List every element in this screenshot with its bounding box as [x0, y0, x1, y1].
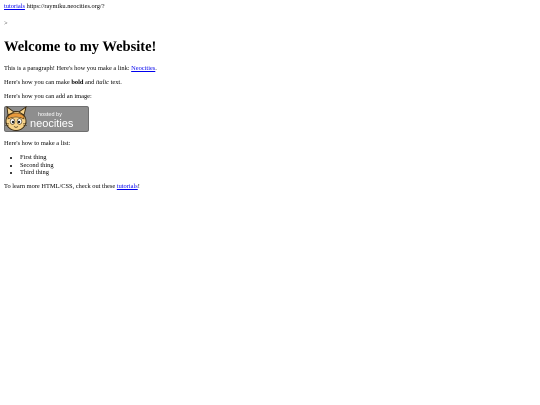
paragraph-tutorials: To learn more HTML/CSS, check out these … [4, 183, 536, 191]
paragraph-link: This is a paragraph! Here's how you make… [4, 65, 536, 73]
formatting-middle: and [83, 79, 96, 86]
thing-list: First thing Second thing Third thing [4, 154, 536, 177]
italic-text: italic [95, 79, 110, 86]
list-item: Second thing [20, 162, 536, 170]
bottom-tutorials-link[interactable]: tutorials [117, 183, 138, 190]
page-title: Welcome to my Website! [4, 39, 157, 56]
paragraph-formatting: Here's how you can make bold and italic … [4, 79, 536, 87]
paragraph-link-before: This is a paragraph! Here's how you make… [4, 65, 132, 73]
list-item: Third thing [20, 169, 536, 177]
site-url-text: https://raymiku.neocities.org/? [26, 3, 105, 10]
formatting-after: text. [109, 79, 122, 86]
hosted-by-neocities-badge: hosted by neocities [4, 106, 89, 133]
formatting-before: Here's how you can make [4, 79, 72, 86]
page: tutorials https://raymiku.neocities.org/… [0, 0, 540, 405]
top-line: tutorials https://raymiku.neocities.org/… [4, 3, 536, 11]
neocities-link[interactable]: Neocities [131, 65, 155, 72]
paragraph-list: Here's how to make a list: [4, 140, 71, 148]
stray-gt-text: > [4, 19, 8, 27]
top-tutorials-link[interactable]: tutorials [4, 3, 25, 10]
paragraph-link-after: . [155, 65, 157, 73]
bold-text: bold [71, 79, 84, 86]
tutorials-after: ! [137, 183, 140, 191]
paragraph-image: Here's how you can add an image: [4, 92, 92, 100]
list-item: First thing [20, 154, 536, 162]
badge-line2: neocities [30, 118, 74, 130]
tutorials-before: To learn more HTML/CSS, check out these [4, 183, 117, 191]
